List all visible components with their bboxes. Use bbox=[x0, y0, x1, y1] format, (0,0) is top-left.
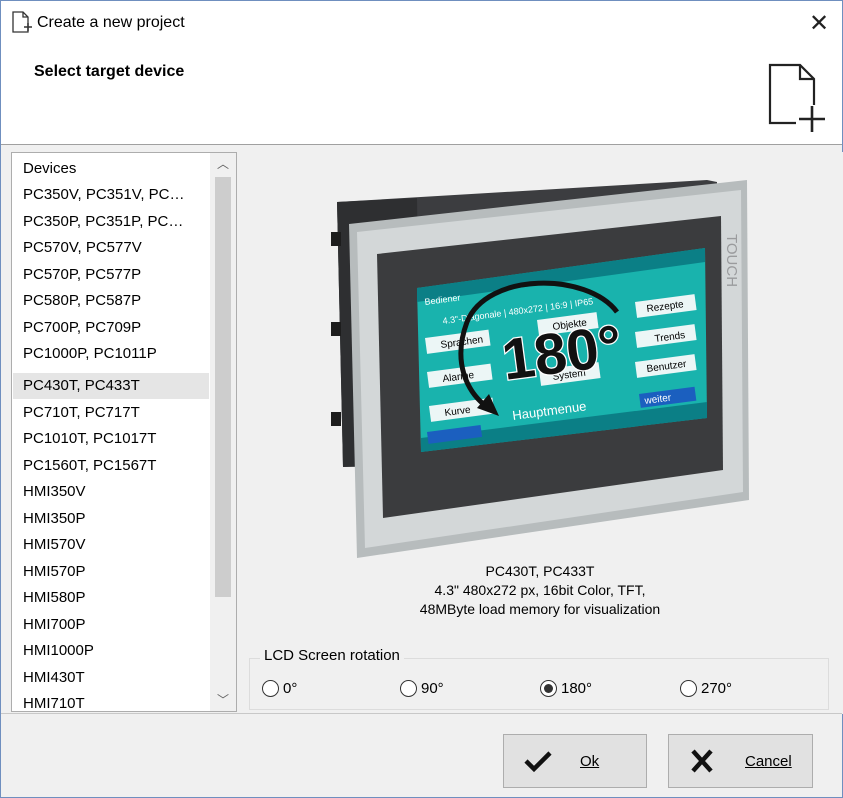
list-item[interactable]: PC350P, PC351P, PC… bbox=[13, 209, 209, 235]
ok-button-label: Ok bbox=[580, 752, 600, 770]
list-item[interactable]: PC580P, PC587P bbox=[13, 288, 209, 314]
list-item[interactable]: PC710T, PC717T bbox=[13, 400, 209, 426]
list-item[interactable]: PC1010T, PC1017T bbox=[13, 426, 209, 452]
cancel-button[interactable]: Cancel bbox=[668, 734, 813, 788]
check-icon bbox=[524, 751, 552, 773]
rotation-radio-0-label: 0° bbox=[283, 679, 298, 697]
list-item[interactable]: PC570V, PC577V bbox=[13, 235, 209, 261]
rotation-radio-270[interactable]: 270° bbox=[680, 677, 732, 699]
device-desc-memory: 48MByte load memory for visualization bbox=[419, 601, 661, 617]
rotation-legend: LCD Screen rotation bbox=[260, 647, 404, 664]
device-preview-panel: 4.3"-Diagonale | 480x272 | 16:9 | IP65 B… bbox=[237, 152, 843, 714]
cancel-button-label: Cancel bbox=[745, 752, 792, 770]
list-item[interactable]: PC700P, PC709P bbox=[13, 315, 209, 341]
vertical-scrollbar[interactable]: ︿ ﹀ bbox=[210, 153, 236, 711]
title-bar: Create a new project ✕ bbox=[1, 1, 842, 47]
radio-unchecked-icon[interactable] bbox=[680, 679, 697, 697]
scroll-thumb[interactable] bbox=[215, 177, 231, 597]
close-button[interactable]: ✕ bbox=[796, 1, 842, 47]
list-item[interactable]: HMI570V bbox=[13, 532, 209, 558]
device-description: PC430T, PC433T 4.3" 480x272 px, 16bit Co… bbox=[237, 562, 843, 619]
new-document-icon bbox=[12, 11, 32, 33]
rotation-radio-180-label: 180° bbox=[561, 679, 593, 697]
create-project-dialog: Create a new project ✕ Select target dev… bbox=[0, 0, 843, 798]
device-desc-specs: 4.3" 480x272 px, 16bit Color, TFT, bbox=[434, 582, 646, 598]
list-item[interactable]: PC350V, PC351V, PC… bbox=[13, 182, 209, 208]
radio-checked-icon[interactable] bbox=[540, 679, 557, 697]
dialog-header: Select target device bbox=[1, 47, 842, 145]
rotation-radio-90-label: 90° bbox=[421, 679, 444, 697]
list-item[interactable]: HMI430T bbox=[13, 665, 209, 691]
window-title: Create a new project bbox=[37, 14, 185, 31]
ok-button[interactable]: Ok bbox=[503, 734, 647, 788]
list-item[interactable]: HMI710T bbox=[13, 691, 209, 711]
rotation-radio-270-label: 270° bbox=[701, 679, 733, 697]
device-preview-image: 4.3"-Diagonale | 480x272 | 16:9 | IP65 B… bbox=[331, 180, 749, 558]
radio-unchecked-icon[interactable] bbox=[262, 679, 279, 697]
close-icon bbox=[691, 749, 713, 773]
list-item[interactable]: HMI700P bbox=[13, 612, 209, 638]
list-item[interactable]: PC570P, PC577P bbox=[13, 262, 209, 288]
scroll-up-icon[interactable]: ︿ bbox=[210, 153, 236, 175]
rotation-radio-90[interactable]: 90° bbox=[400, 677, 444, 699]
device-list[interactable]: Devices PC350V, PC351V, PC… PC350P, PC35… bbox=[11, 152, 237, 712]
rotation-radio-0[interactable]: 0° bbox=[262, 677, 297, 699]
page-title: Select target device bbox=[34, 63, 185, 80]
list-item[interactable]: HMI570P bbox=[13, 559, 209, 585]
new-project-icon bbox=[768, 63, 826, 132]
list-item[interactable]: HMI350P bbox=[13, 506, 209, 532]
list-item-selected[interactable]: PC430T, PC433T bbox=[13, 373, 209, 399]
list-item[interactable]: PC1560T, PC1567T bbox=[13, 453, 209, 479]
device-brand-text: TOUCH bbox=[723, 234, 740, 287]
list-item[interactable]: HMI580P bbox=[13, 585, 209, 611]
radio-unchecked-icon[interactable] bbox=[400, 679, 417, 697]
rotation-radio-180[interactable]: 180° bbox=[540, 677, 592, 699]
list-item[interactable]: HMI350V bbox=[13, 479, 209, 505]
device-list-header: Devices bbox=[23, 160, 77, 177]
list-item[interactable]: HMI1000P bbox=[13, 638, 209, 664]
scroll-down-icon[interactable]: ﹀ bbox=[210, 689, 236, 711]
list-item[interactable]: PC1000P, PC1011P bbox=[13, 341, 209, 367]
lcd-rotation-group: LCD Screen rotation 0° 90° 180° 270° bbox=[249, 647, 829, 710]
footer-divider bbox=[1, 713, 842, 714]
device-desc-model: PC430T, PC433T bbox=[485, 563, 595, 579]
